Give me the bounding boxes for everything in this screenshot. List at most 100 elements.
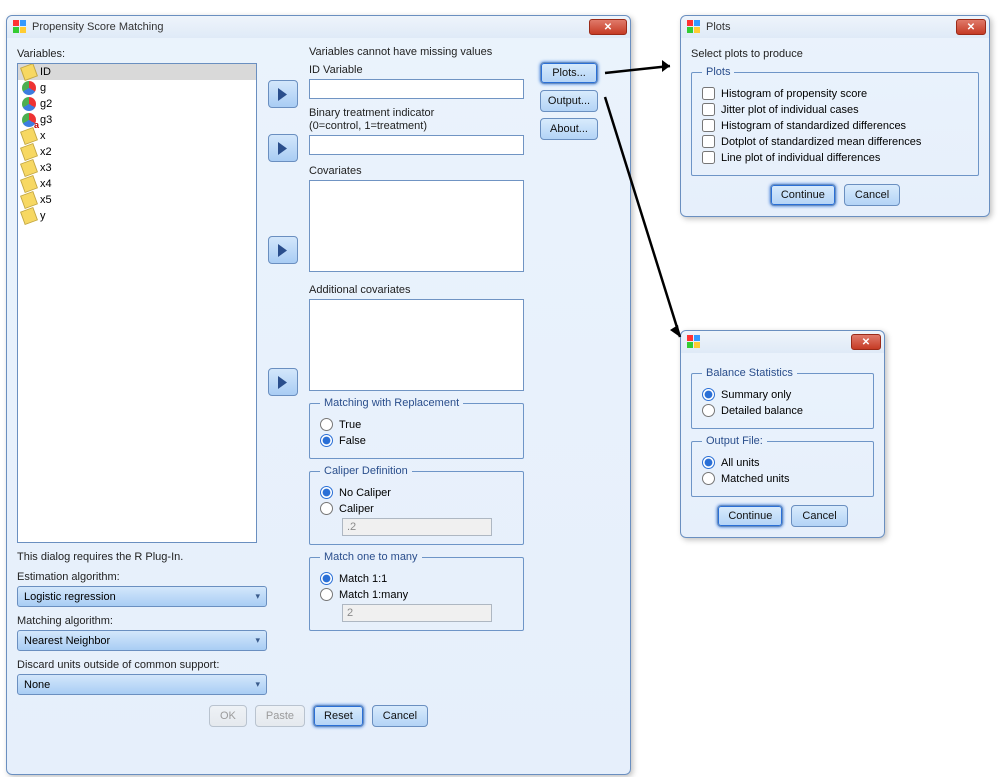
move-treatment-button[interactable] bbox=[268, 134, 298, 162]
output-dialog: ✕ Balance Statistics Summary only Detail… bbox=[680, 330, 885, 538]
caliper-legend: Caliper Definition bbox=[320, 465, 412, 477]
nominal-icon bbox=[22, 81, 36, 95]
variable-item-g3[interactable]: g3 bbox=[18, 112, 256, 128]
scale-icon bbox=[20, 159, 38, 177]
plot-option-3[interactable]: Dotplot of standardized mean differences bbox=[702, 135, 968, 148]
output-continue-button[interactable]: Continue bbox=[717, 505, 783, 527]
replace-false-radio[interactable]: False bbox=[320, 434, 513, 447]
close-icon[interactable]: ✕ bbox=[956, 19, 986, 35]
scale-icon bbox=[20, 143, 38, 161]
main-title: Propensity Score Matching bbox=[32, 21, 163, 33]
plots-fieldset: Plots Histogram of propensity score Jitte… bbox=[691, 66, 979, 176]
plot-option-4[interactable]: Line plot of individual differences bbox=[702, 151, 968, 164]
variable-name: g bbox=[40, 82, 46, 94]
scale-icon bbox=[20, 191, 38, 209]
app-logo-icon bbox=[687, 20, 701, 34]
matched-units-radio[interactable]: Matched units bbox=[702, 472, 863, 485]
output-button[interactable]: Output... bbox=[540, 90, 598, 112]
variable-item-g2[interactable]: g2 bbox=[18, 96, 256, 112]
app-logo-icon bbox=[687, 335, 701, 349]
caliper-value-field bbox=[342, 518, 492, 536]
plots-continue-button[interactable]: Continue bbox=[770, 184, 836, 206]
no-caliper-radio[interactable]: No Caliper bbox=[320, 486, 513, 499]
addl-cov-field[interactable] bbox=[309, 299, 524, 391]
paste-button: Paste bbox=[255, 705, 305, 727]
est-alg-select[interactable]: Logistic regression bbox=[17, 586, 267, 607]
variables-label: Variables: bbox=[17, 48, 257, 60]
all-units-radio[interactable]: All units bbox=[702, 456, 863, 469]
est-alg-label: Estimation algorithm: bbox=[17, 571, 257, 583]
variable-name: x2 bbox=[40, 146, 52, 158]
main-titlebar[interactable]: Propensity Score Matching ✕ bbox=[7, 16, 630, 38]
plots-legend: Plots bbox=[702, 66, 734, 78]
replacement-legend: Matching with Replacement bbox=[320, 397, 463, 409]
addl-cov-label: Additional covariates bbox=[309, 284, 534, 296]
caliper-radio[interactable]: Caliper bbox=[320, 502, 513, 515]
id-var-field[interactable] bbox=[309, 79, 524, 99]
discard-label: Discard units outside of common support: bbox=[17, 659, 257, 671]
app-logo-icon bbox=[13, 20, 27, 34]
replace-true-radio[interactable]: True bbox=[320, 418, 513, 431]
plot-option-label: Histogram of propensity score bbox=[721, 88, 867, 100]
plot-option-1[interactable]: Jitter plot of individual cases bbox=[702, 103, 968, 116]
ratio-legend: Match one to many bbox=[320, 551, 422, 563]
plot-option-0[interactable]: Histogram of propensity score bbox=[702, 87, 968, 100]
variable-name: x4 bbox=[40, 178, 52, 190]
output-file-fieldset: Output File: All units Matched units bbox=[691, 435, 874, 497]
variable-name: x bbox=[40, 130, 46, 142]
cancel-button[interactable]: Cancel bbox=[372, 705, 428, 727]
match-alg-select[interactable]: Nearest Neighbor bbox=[17, 630, 267, 651]
variable-item-x3[interactable]: x3 bbox=[18, 160, 256, 176]
about-button[interactable]: About... bbox=[540, 118, 598, 140]
close-icon[interactable]: ✕ bbox=[851, 334, 881, 350]
treatment-label-1: Binary treatment indicator bbox=[309, 107, 534, 119]
variable-name: y bbox=[40, 210, 46, 222]
main-dialog: Propensity Score Matching ✕ Variables: I… bbox=[6, 15, 631, 775]
plots-button[interactable]: Plots... bbox=[540, 62, 598, 84]
variable-item-ID[interactable]: ID bbox=[18, 64, 256, 80]
plot-option-label: Line plot of individual differences bbox=[721, 152, 880, 164]
plot-option-2[interactable]: Histogram of standardized differences bbox=[702, 119, 968, 132]
caliper-fieldset: Caliper Definition No Caliper Caliper bbox=[309, 465, 524, 545]
plots-dialog: Plots ✕ Select plots to produce Plots Hi… bbox=[680, 15, 990, 217]
move-addl-cov-button[interactable] bbox=[268, 368, 298, 396]
move-covariates-button[interactable] bbox=[268, 236, 298, 264]
covariates-field[interactable] bbox=[309, 180, 524, 272]
scale-icon bbox=[20, 175, 38, 193]
reset-button[interactable]: Reset bbox=[313, 705, 364, 727]
nominal-string-icon bbox=[22, 113, 36, 127]
close-icon[interactable]: ✕ bbox=[589, 19, 627, 35]
ratio-many-radio[interactable]: Match 1:many bbox=[320, 588, 513, 601]
plot-option-label: Dotplot of standardized mean differences bbox=[721, 136, 921, 148]
variables-listbox[interactable]: ID g g2 g3 x x2 x3 x4 x5 y bbox=[17, 63, 257, 543]
summary-only-radio[interactable]: Summary only bbox=[702, 388, 863, 401]
ratio-one-radio[interactable]: Match 1:1 bbox=[320, 572, 513, 585]
nominal-icon bbox=[22, 97, 36, 111]
plot-option-label: Histogram of standardized differences bbox=[721, 120, 906, 132]
variable-item-x[interactable]: x bbox=[18, 128, 256, 144]
output-cancel-button[interactable]: Cancel bbox=[791, 505, 847, 527]
id-var-label: ID Variable bbox=[309, 64, 534, 76]
treatment-field[interactable] bbox=[309, 135, 524, 155]
plot-option-label: Jitter plot of individual cases bbox=[721, 104, 859, 116]
variable-item-x2[interactable]: x2 bbox=[18, 144, 256, 160]
detailed-balance-radio[interactable]: Detailed balance bbox=[702, 404, 863, 417]
move-id-button[interactable] bbox=[268, 80, 298, 108]
discard-select[interactable]: None bbox=[17, 674, 267, 695]
variable-name: x3 bbox=[40, 162, 52, 174]
variable-item-x5[interactable]: x5 bbox=[18, 192, 256, 208]
match-alg-label: Matching algorithm: bbox=[17, 615, 257, 627]
variable-item-y[interactable]: y bbox=[18, 208, 256, 224]
variable-item-g[interactable]: g bbox=[18, 80, 256, 96]
variable-item-x4[interactable]: x4 bbox=[18, 176, 256, 192]
balance-fieldset: Balance Statistics Summary only Detailed… bbox=[691, 367, 874, 429]
scale-icon bbox=[20, 63, 38, 81]
plugin-note: This dialog requires the R Plug-In. bbox=[17, 551, 257, 563]
output-titlebar[interactable]: ✕ bbox=[681, 331, 884, 353]
missing-note: Variables cannot have missing values bbox=[309, 46, 534, 58]
plots-cancel-button[interactable]: Cancel bbox=[844, 184, 900, 206]
plots-titlebar[interactable]: Plots ✕ bbox=[681, 16, 989, 38]
ratio-value-field bbox=[342, 604, 492, 622]
plots-instruction: Select plots to produce bbox=[691, 48, 979, 60]
variable-name: g2 bbox=[40, 98, 52, 110]
